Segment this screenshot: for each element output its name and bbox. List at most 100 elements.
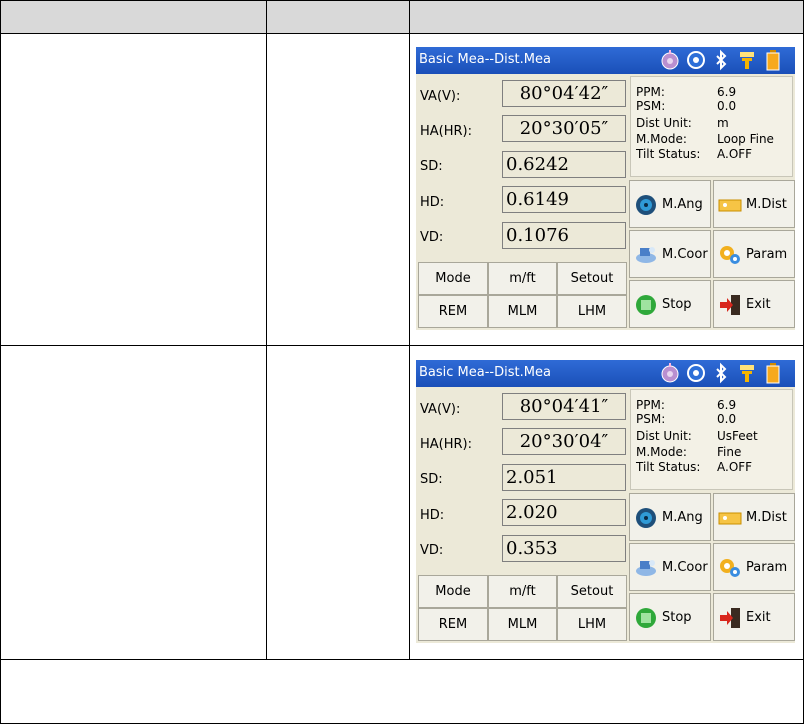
ruler-icon bbox=[718, 199, 742, 212]
device-screen-2: Basic Mea--Dist.Mea VA(V): 80°04′41″ HA(… bbox=[416, 360, 795, 643]
bluetooth-icon[interactable] bbox=[710, 362, 732, 384]
mlm-button[interactable]: MLM bbox=[488, 608, 557, 641]
device-screen-1: Basic Mea--Dist.Mea VA(V): 80°04′42″ HA(… bbox=[416, 47, 795, 330]
va-label: VA(V): bbox=[420, 402, 461, 417]
stop-button[interactable]: Stop bbox=[629, 593, 711, 641]
m-coor-button[interactable]: M.Coor bbox=[629, 543, 711, 591]
gear-icon[interactable] bbox=[685, 49, 707, 71]
gears-icon bbox=[720, 246, 740, 264]
mmode-label: M.Mode: bbox=[636, 132, 687, 146]
ppm-label: PPM: bbox=[636, 398, 665, 412]
signal-icon[interactable] bbox=[736, 49, 758, 71]
battery-icon[interactable] bbox=[762, 362, 784, 384]
exit-door-icon bbox=[720, 295, 740, 315]
exit-button[interactable]: Exit bbox=[713, 280, 795, 328]
m-ft-button[interactable]: m/ft bbox=[488, 262, 557, 295]
m-ang-button[interactable]: M.Ang bbox=[629, 493, 711, 541]
dist-unit-value: UsFeet bbox=[717, 429, 758, 443]
telescope-icon bbox=[636, 508, 656, 528]
signal-icon[interactable] bbox=[736, 362, 758, 384]
stop-icon bbox=[636, 608, 656, 628]
stop-icon bbox=[636, 295, 656, 315]
m-ang-label: M.Ang bbox=[662, 197, 703, 212]
tilt-status-value: A.OFF bbox=[717, 460, 753, 474]
m-ang-button[interactable]: M.Ang bbox=[629, 180, 711, 228]
compass-icon[interactable] bbox=[659, 49, 681, 71]
exit-label: Exit bbox=[746, 610, 771, 625]
rem-button[interactable]: REM bbox=[418, 608, 488, 641]
dist-unit-label: Dist Unit: bbox=[636, 116, 692, 130]
param-button[interactable]: Param bbox=[713, 543, 795, 591]
setout-button[interactable]: Setout bbox=[557, 262, 627, 295]
mode-button[interactable]: Mode bbox=[418, 575, 488, 608]
vd-value: 0.353 bbox=[502, 535, 626, 562]
m-ft-button[interactable]: m/ft bbox=[488, 575, 557, 608]
hd-label: HD: bbox=[420, 195, 445, 210]
ha-label: HA(HR): bbox=[420, 437, 472, 452]
ppm-label: PPM: bbox=[636, 85, 665, 99]
ppm-value: 6.9 bbox=[717, 85, 737, 99]
title-bar: Basic Mea--Dist.Mea bbox=[416, 360, 795, 387]
stop-button[interactable]: Stop bbox=[629, 280, 711, 328]
ha-value: 20°30′05″ bbox=[502, 115, 626, 142]
m-coor-label: M.Coor bbox=[662, 560, 708, 575]
m-dist-button[interactable]: M.Dist bbox=[713, 493, 795, 541]
tilt-status-label: Tilt Status: bbox=[636, 147, 701, 161]
stop-label: Stop bbox=[662, 297, 692, 312]
psm-value: 0.0 bbox=[717, 99, 737, 113]
ha-value: 20°30′04″ bbox=[502, 428, 626, 455]
psm-value: 0.0 bbox=[717, 412, 737, 426]
mode-button[interactable]: Mode bbox=[418, 262, 488, 295]
telescope-icon bbox=[636, 195, 656, 215]
gears-icon bbox=[720, 559, 740, 577]
tilt-status-value: A.OFF bbox=[717, 147, 753, 161]
vd-label: VD: bbox=[420, 543, 444, 558]
m-dist-label: M.Dist bbox=[746, 510, 787, 525]
exit-button[interactable]: Exit bbox=[713, 593, 795, 641]
ppm-value: 6.9 bbox=[717, 398, 737, 412]
bluetooth-icon[interactable] bbox=[710, 49, 732, 71]
row2-col1 bbox=[0, 346, 266, 659]
m-dist-button[interactable]: M.Dist bbox=[713, 180, 795, 228]
vd-value: 0.1076 bbox=[502, 222, 626, 249]
sd-value: 2.051 bbox=[502, 464, 626, 491]
battery-icon[interactable] bbox=[762, 49, 784, 71]
status-info-panel: PPM: 6.9 PSM: 0.0 Dist Unit: m M.Mode: L… bbox=[630, 76, 793, 177]
status-info-panel: PPM: 6.9 PSM: 0.0 Dist Unit: UsFeet M.Mo… bbox=[630, 389, 793, 490]
coordinate-icon bbox=[636, 247, 656, 263]
psm-label: PSM: bbox=[636, 412, 666, 426]
param-button[interactable]: Param bbox=[713, 230, 795, 278]
lhm-button[interactable]: LHM bbox=[557, 608, 627, 641]
sd-label: SD: bbox=[420, 159, 443, 174]
tilt-status-label: Tilt Status: bbox=[636, 460, 701, 474]
va-label: VA(V): bbox=[420, 89, 461, 104]
sd-label: SD: bbox=[420, 472, 443, 487]
va-value: 80°04′41″ bbox=[502, 393, 626, 420]
exit-door-icon bbox=[720, 608, 740, 628]
table-footer bbox=[0, 660, 804, 723]
setout-button[interactable]: Setout bbox=[557, 575, 627, 608]
gear-icon[interactable] bbox=[685, 362, 707, 384]
rem-button[interactable]: REM bbox=[418, 295, 488, 328]
dist-unit-label: Dist Unit: bbox=[636, 429, 692, 443]
mlm-button[interactable]: MLM bbox=[488, 295, 557, 328]
mmode-value: Loop Fine bbox=[717, 132, 774, 146]
ha-label: HA(HR): bbox=[420, 124, 472, 139]
column-divider bbox=[409, 0, 410, 659]
row1-col1 bbox=[0, 34, 266, 345]
va-value: 80°04′42″ bbox=[502, 80, 626, 107]
compass-icon[interactable] bbox=[659, 362, 681, 384]
m-coor-label: M.Coor bbox=[662, 247, 708, 262]
exit-label: Exit bbox=[746, 297, 771, 312]
param-label: Param bbox=[746, 560, 788, 575]
hd-value: 0.6149 bbox=[502, 186, 626, 213]
lhm-button[interactable]: LHM bbox=[557, 295, 627, 328]
vd-label: VD: bbox=[420, 230, 444, 245]
row1-col2 bbox=[267, 34, 409, 345]
hd-label: HD: bbox=[420, 508, 445, 523]
m-coor-button[interactable]: M.Coor bbox=[629, 230, 711, 278]
ruler-icon bbox=[718, 512, 742, 525]
mmode-value: Fine bbox=[717, 445, 742, 459]
title-bar: Basic Mea--Dist.Mea bbox=[416, 47, 795, 74]
hd-value: 2.020 bbox=[502, 499, 626, 526]
